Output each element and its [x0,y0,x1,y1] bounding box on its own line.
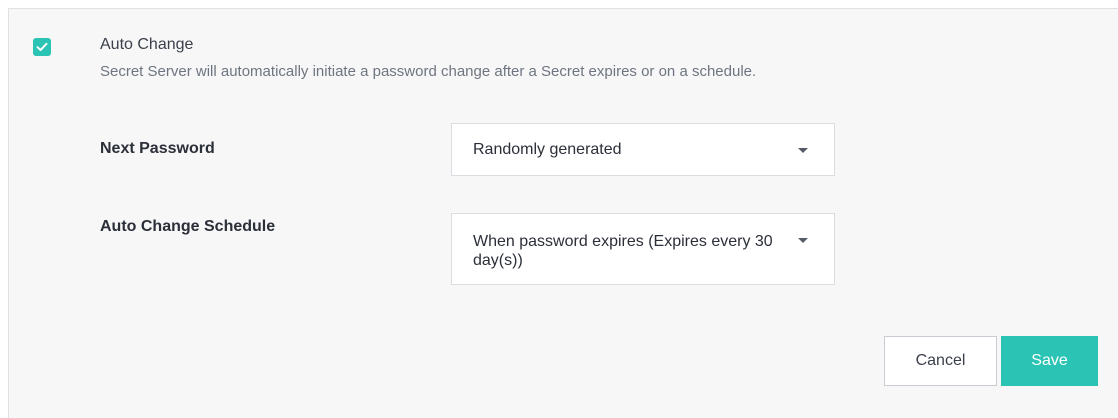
save-button[interactable]: Save [1001,336,1098,386]
next-password-label: Next Password [100,140,215,157]
auto-change-panel: Auto Change Secret Server will automatic… [8,8,1118,418]
caret-down-icon [798,238,808,243]
next-password-value: Randomly generated [473,141,622,158]
check-icon [36,42,48,51]
auto-change-checkbox[interactable] [33,38,51,56]
auto-change-schedule-value: When password expires (Expires every 30 … [473,233,773,269]
auto-change-schedule-label: Auto Change Schedule [100,218,276,235]
caret-down-icon [798,148,808,153]
auto-change-schedule-select[interactable]: When password expires (Expires every 30 … [451,213,835,285]
cancel-button[interactable]: Cancel [884,336,997,386]
next-password-select[interactable]: Randomly generated [451,123,835,176]
auto-change-title: Auto Change [100,36,194,53]
auto-change-description: Secret Server will automatically initiat… [100,63,757,80]
